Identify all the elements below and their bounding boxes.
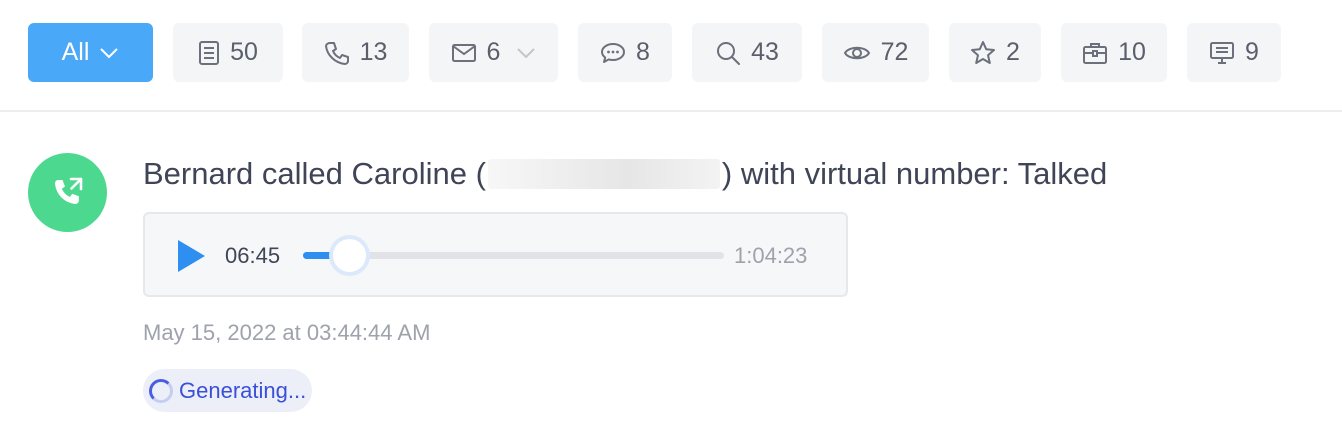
filter-emails-count: 6: [486, 38, 501, 66]
envelope-icon: [451, 43, 476, 62]
chevron-down-icon: [100, 47, 119, 58]
chat-bubble-icon: [601, 42, 626, 63]
filter-jobs-count: 10: [1118, 38, 1146, 66]
player-progress-handle[interactable]: [333, 239, 366, 272]
call-recording-player: 06:45 1:04:23: [143, 212, 848, 297]
search-icon: [717, 41, 741, 65]
document-icon: [199, 40, 220, 65]
filter-messages-button[interactable]: 8: [578, 23, 672, 82]
player-progress-track[interactable]: [303, 239, 724, 272]
play-icon[interactable]: [175, 238, 207, 274]
briefcase-icon: [1083, 42, 1108, 64]
filter-all-button[interactable]: All: [28, 23, 153, 82]
filter-searches-count: 43: [751, 38, 779, 66]
filter-views-button[interactable]: 72: [822, 23, 929, 82]
monitor-icon: [1210, 41, 1235, 64]
filter-favorites-count: 2: [1006, 38, 1020, 66]
filter-calls-count: 13: [359, 38, 388, 66]
filter-calls-button[interactable]: 13: [302, 23, 409, 82]
activity-timestamp: May 15, 2022 at 03:44:44 AM: [143, 320, 431, 345]
filter-emails-button[interactable]: 6: [429, 23, 558, 82]
chevron-down-icon: [517, 47, 536, 58]
generating-status-badge: Generating...: [143, 369, 313, 412]
filter-screens-button[interactable]: 9: [1187, 23, 1281, 82]
player-total-time: 1:04:23: [734, 243, 808, 268]
redacted-phone-number: [487, 159, 720, 189]
phone-icon: [324, 41, 349, 65]
activity-filter-bar: All 50 13 6 8 43 72 2 10 9: [0, 0, 1342, 112]
headline-text-before: Bernard called Caroline (: [143, 156, 486, 191]
generating-status-label: Generating...: [179, 377, 307, 403]
player-current-time: 06:45: [225, 243, 281, 268]
filter-searches-button[interactable]: 43: [692, 23, 802, 82]
call-type-avatar: [28, 153, 107, 232]
headline-text-after: ) with virtual number: Talked: [721, 156, 1108, 191]
filter-views-count: 72: [880, 38, 909, 66]
eye-icon: [843, 46, 870, 59]
filter-favorites-button[interactable]: 2: [949, 23, 1041, 82]
filter-notes-count: 50: [230, 38, 258, 66]
filter-all-label: All: [61, 38, 90, 66]
filter-screens-count: 9: [1245, 38, 1259, 66]
filter-jobs-button[interactable]: 10: [1061, 23, 1167, 82]
star-icon: [971, 40, 996, 64]
filter-notes-button[interactable]: 50: [173, 23, 283, 82]
filter-messages-count: 8: [636, 38, 650, 66]
call-activity-item: Bernard called Caroline ( ) with virtual…: [0, 112, 1342, 444]
activity-headline: Bernard called Caroline ( ) with virtual…: [143, 156, 1107, 192]
loading-spinner-icon: [149, 378, 173, 403]
outgoing-call-icon: [54, 177, 82, 204]
